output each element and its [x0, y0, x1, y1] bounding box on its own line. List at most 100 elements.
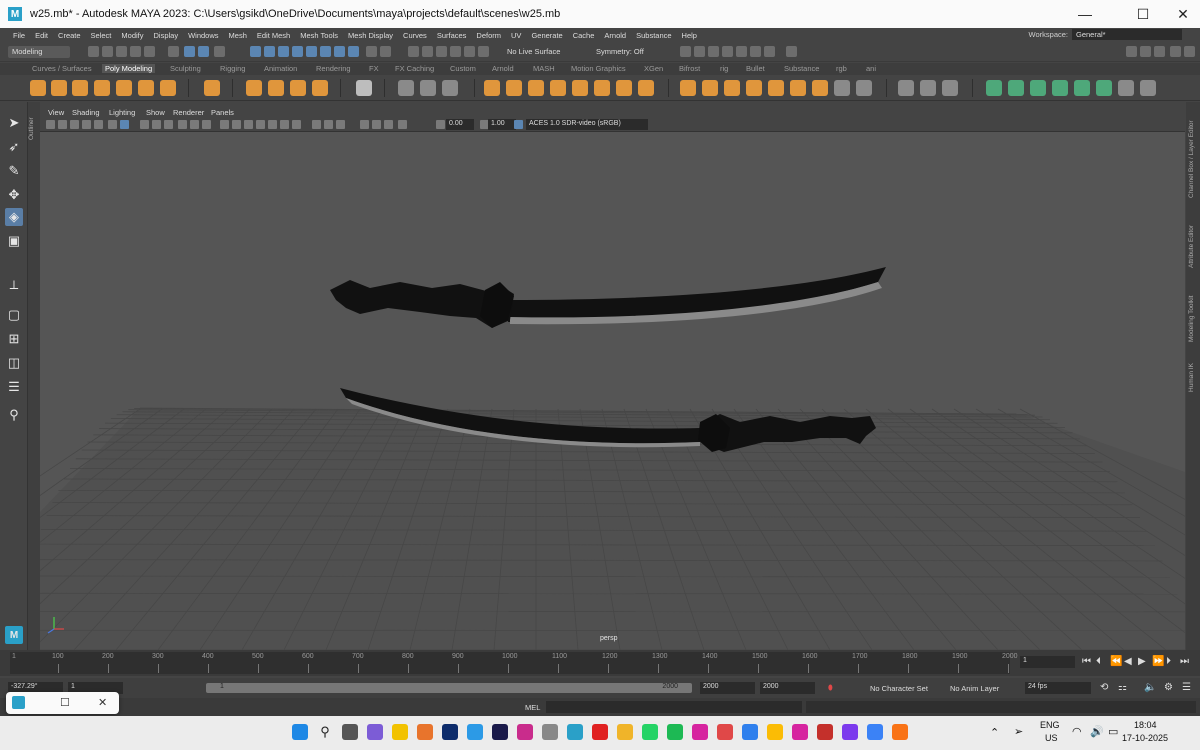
wedge-icon[interactable]	[768, 80, 784, 96]
shelf-tab-xgen[interactable]: XGen	[644, 64, 663, 73]
youtube-icon[interactable]	[592, 724, 608, 740]
field-chart-icon[interactable]	[178, 120, 187, 129]
circularize-icon[interactable]	[790, 80, 806, 96]
grease-pencil-icon[interactable]	[94, 120, 103, 129]
select-joints-icon[interactable]	[264, 46, 275, 57]
panel-menu-show[interactable]: Show	[146, 108, 165, 117]
outliner-layout-icon[interactable]: ☰	[5, 378, 23, 396]
light-editor-icon[interactable]	[764, 46, 775, 57]
step-forward-key-icon[interactable]: ⏩	[1152, 656, 1164, 667]
wifi-icon[interactable]: ◠	[1072, 725, 1082, 738]
two-d-pan-zoom-icon[interactable]	[82, 120, 91, 129]
shelf-tab-arnold[interactable]: Arnold	[492, 64, 514, 73]
safe-title-icon[interactable]	[202, 120, 211, 129]
bridge-icon[interactable]	[506, 80, 522, 96]
youtube-alt-icon[interactable]	[817, 724, 833, 740]
component-mask-icon[interactable]	[214, 46, 225, 57]
human-ik-tab[interactable]: Human IK	[1188, 363, 1195, 392]
menu-file[interactable]: File	[8, 31, 30, 40]
anim-layer-dropdown[interactable]: No Anim Layer	[950, 684, 999, 693]
save-scene-icon[interactable]	[116, 46, 127, 57]
image-plane-icon[interactable]	[70, 120, 79, 129]
app-pink-icon[interactable]	[517, 724, 533, 740]
panel-menu-panels[interactable]: Panels	[211, 108, 234, 117]
triangulate-icon[interactable]	[834, 80, 850, 96]
render-view-icon[interactable]	[680, 46, 691, 57]
snap-view-plane-icon[interactable]	[450, 46, 461, 57]
isolate-select-icon[interactable]	[360, 120, 369, 129]
loop-icon[interactable]: ⟲	[1100, 682, 1108, 693]
bookmarks-icon[interactable]	[58, 120, 67, 129]
move-tool-icon[interactable]: ✥	[5, 186, 23, 204]
select-misc-icon[interactable]	[348, 46, 359, 57]
poly-cube-icon[interactable]	[51, 80, 67, 96]
append-polygon-icon[interactable]	[550, 80, 566, 96]
paint-select-tool-icon[interactable]: ✎	[5, 162, 23, 180]
platonic-solid-icon[interactable]	[204, 80, 220, 96]
language-top[interactable]: ENG	[1040, 720, 1060, 730]
shadows-icon[interactable]	[292, 120, 301, 129]
menu-mesh[interactable]: Mesh	[224, 31, 252, 40]
toggle-sidebar-icon[interactable]	[1184, 46, 1195, 57]
anim-preferences-icon[interactable]: ⚙	[1164, 682, 1173, 693]
show-hidden-icons-icon[interactable]: ⌃	[990, 726, 999, 739]
shelf-tab-ani[interactable]: ani	[866, 64, 876, 73]
menu-help[interactable]: Help	[677, 31, 702, 40]
select-deformations-icon[interactable]	[306, 46, 317, 57]
poly-cylinder-icon[interactable]	[72, 80, 88, 96]
four-view-layout-icon[interactable]: ⊞	[5, 330, 23, 348]
menu-create[interactable]: Create	[53, 31, 86, 40]
copilot-icon[interactable]	[367, 724, 383, 740]
xray-components-icon[interactable]	[398, 120, 407, 129]
quadrangulate-icon[interactable]	[856, 80, 872, 96]
character-set-dropdown[interactable]: No Character Set	[870, 684, 928, 693]
menu-set-dropdown[interactable]: Modeling	[8, 46, 70, 58]
lattice-icon[interactable]	[986, 80, 1002, 96]
multi-cut-icon[interactable]	[572, 80, 588, 96]
panel-menu-renderer[interactable]: Renderer	[173, 108, 204, 117]
settings-icon[interactable]: ☰	[1182, 682, 1191, 693]
app-blue-icon[interactable]	[742, 724, 758, 740]
menu-windows[interactable]: Windows	[183, 31, 223, 40]
select-hierarchy-icon[interactable]	[168, 46, 179, 57]
spotify-icon[interactable]	[667, 724, 683, 740]
side-by-side-layout-icon[interactable]: ◫	[5, 354, 23, 372]
cluster-icon[interactable]	[1030, 80, 1046, 96]
menu-curves[interactable]: Curves	[398, 31, 432, 40]
auto-key-icon[interactable]: ⬮	[828, 683, 833, 693]
playback-range-bar[interactable]: 1 2000	[206, 683, 692, 693]
show-attribute-editor-icon[interactable]	[1140, 46, 1151, 57]
gate-mask-icon[interactable]	[164, 120, 173, 129]
show-modeling-toolkit-icon[interactable]	[1126, 46, 1137, 57]
outliner-side-tab[interactable]: Outliner	[28, 102, 40, 650]
modeling-toolkit-tab[interactable]: Modeling Toolkit	[1188, 296, 1195, 343]
snap-grid-icon[interactable]	[408, 46, 419, 57]
battery-icon[interactable]: ▭	[1108, 725, 1118, 738]
location-icon[interactable]: ➢	[1014, 725, 1023, 738]
single-perspective-layout-icon[interactable]: ▢	[5, 306, 23, 324]
resolution-gate-icon[interactable]	[152, 120, 161, 129]
offset-edge-loop-icon[interactable]	[616, 80, 632, 96]
svg-tool-icon[interactable]	[312, 80, 328, 96]
smooth-shade-icon[interactable]	[232, 120, 241, 129]
photoshop-icon[interactable]	[442, 724, 458, 740]
insert-edge-loop-icon[interactable]	[594, 80, 610, 96]
start-button-icon[interactable]	[292, 724, 308, 740]
shelf-tab-rigging[interactable]: Rigging	[220, 64, 245, 73]
xray-joints-icon[interactable]	[384, 120, 393, 129]
shelf-tab-rgb[interactable]: rgb	[836, 64, 847, 73]
shelf-tab-bifrost[interactable]: Bifrost	[679, 64, 700, 73]
redo-icon[interactable]	[144, 46, 155, 57]
shelf-tab-sculpting[interactable]: Sculpting	[170, 64, 201, 73]
poly-disc-icon[interactable]	[160, 80, 176, 96]
menu-deform[interactable]: Deform	[471, 31, 506, 40]
wrap-icon[interactable]	[1074, 80, 1090, 96]
sweep-mesh-icon[interactable]	[268, 80, 284, 96]
language-bottom[interactable]: US	[1045, 733, 1058, 743]
minimize-button[interactable]: —	[1062, 0, 1108, 28]
fps-dropdown[interactable]: 24 fps	[1025, 682, 1091, 694]
lock-selection-icon[interactable]	[366, 46, 377, 57]
safe-action-icon[interactable]	[190, 120, 199, 129]
menu-display[interactable]: Display	[149, 31, 184, 40]
default-material-icon[interactable]	[244, 120, 253, 129]
